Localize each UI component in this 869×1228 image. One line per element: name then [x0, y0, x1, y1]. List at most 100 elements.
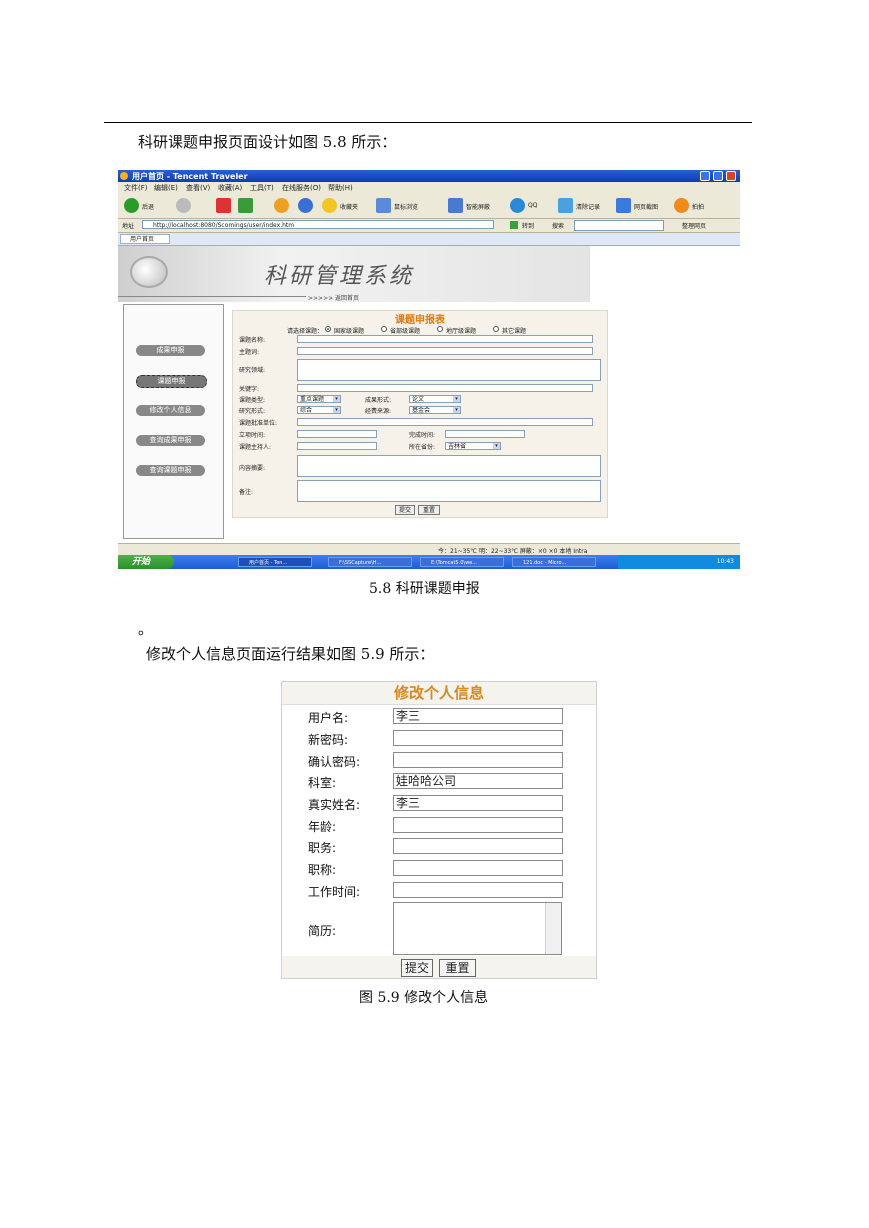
radio-provincial-label: 省部级课题 — [390, 328, 421, 335]
confirm-password-input[interactable] — [393, 752, 563, 768]
preview-label: 鼠标浏览 — [394, 204, 419, 211]
home-icon[interactable] — [274, 198, 289, 213]
reset-button[interactable]: 重置 — [418, 505, 440, 515]
tab-user-home[interactable]: 用户首页 — [120, 234, 170, 244]
real-name-input[interactable]: 李三 — [393, 795, 563, 811]
refresh-icon[interactable] — [238, 198, 253, 213]
switch-label[interactable]: 整理网页 — [682, 221, 706, 230]
username-input[interactable]: 李三 — [393, 708, 563, 724]
remarks-textarea[interactable] — [297, 480, 601, 502]
favorites-icon[interactable] — [322, 198, 337, 213]
preview-icon[interactable] — [376, 198, 391, 213]
menu-help[interactable]: 帮助(H) — [328, 183, 353, 193]
nav-project-report[interactable]: 课题申报 — [136, 375, 207, 388]
smart-screen-label: 智能屏蔽 — [466, 204, 491, 211]
research-form-select[interactable]: 综合 ▾ — [297, 406, 341, 414]
nav-result-report[interactable]: 成果申报 — [136, 345, 205, 356]
nav-query-results[interactable]: 查询成果申报 — [136, 435, 205, 446]
nav-query-projects[interactable]: 查询课题申报 — [136, 465, 205, 476]
intro-paragraph-2: 修改个人信息页面运行结果如图 5.9 所示： — [146, 645, 435, 663]
age-input[interactable] — [393, 817, 563, 833]
left-navigation: 成果申报 课题申报 修改个人信息 查询成果申报 查询课题申报 — [123, 304, 224, 539]
department-select[interactable]: 吉林省 ▾ — [445, 442, 501, 450]
summary-textarea[interactable] — [297, 455, 601, 477]
radio-national-label: 国家级课题 — [334, 328, 365, 335]
photo-label: 拍拍 — [692, 204, 705, 211]
menu-file[interactable]: 文件(F) — [124, 183, 148, 193]
leader-input[interactable] — [297, 442, 377, 450]
confirm-password-label: 确认密码: — [308, 755, 361, 769]
approval-unit-input[interactable] — [297, 418, 593, 426]
figure-research-project-screenshot: 用户首页 - Tencent Traveler 文件(F) 编辑(E) 查看(V… — [118, 170, 740, 569]
maximize-button[interactable] — [713, 171, 723, 181]
go-icon[interactable] — [510, 221, 518, 229]
menu-favorites[interactable]: 收藏(A) — [218, 183, 242, 193]
chevron-down-icon: ▾ — [453, 407, 460, 413]
funding-select[interactable]: 基金会 ▾ — [409, 406, 461, 414]
radio-other[interactable] — [493, 326, 499, 332]
start-time-input[interactable] — [297, 430, 377, 438]
radio-provincial[interactable] — [381, 326, 387, 332]
back-home-link[interactable]: >>>>> 返回首页 — [308, 293, 359, 302]
resume-label: 简历: — [308, 924, 337, 938]
menu-online[interactable]: 在线服务(O) — [282, 183, 321, 193]
title-input[interactable] — [393, 860, 563, 876]
result-form-select[interactable]: 论文 ▾ — [409, 395, 461, 403]
capture-icon[interactable] — [616, 198, 631, 213]
chevron-down-icon: ▾ — [493, 443, 500, 449]
nav-edit-profile[interactable]: 修改个人信息 — [136, 405, 205, 416]
subject-input[interactable] — [297, 347, 593, 355]
task-sscapture[interactable]: F:\SSCapture\H... — [328, 557, 412, 567]
resume-textarea[interactable] — [393, 902, 562, 955]
stop-icon[interactable] — [216, 198, 231, 213]
radio-municipal[interactable] — [437, 326, 443, 332]
department-input[interactable]: 娃哈哈公司 — [393, 773, 563, 789]
menu-view[interactable]: 查看(V) — [186, 183, 210, 193]
research-form-label: 研究形式: — [239, 408, 266, 415]
position-input[interactable] — [393, 838, 563, 854]
minimize-button[interactable] — [700, 171, 710, 181]
photo-icon[interactable] — [674, 198, 689, 213]
project-name-input[interactable] — [297, 335, 593, 343]
start-button[interactable]: 开始 — [118, 555, 174, 569]
keywords-input[interactable] — [297, 384, 593, 392]
field-textarea[interactable] — [297, 359, 601, 381]
age-label: 年龄: — [308, 820, 337, 834]
menu-tools[interactable]: 工具(T) — [250, 183, 274, 193]
search-input[interactable] — [574, 220, 664, 231]
submit-button[interactable]: 提交 — [401, 959, 433, 977]
close-button[interactable] — [726, 171, 736, 181]
address-input[interactable]: http://localhost:8080/Scomings/user/inde… — [142, 220, 494, 229]
result-form-select-value: 论文 — [412, 396, 425, 403]
department-label: 科室: — [308, 776, 337, 790]
finish-time-label: 完成时间: — [409, 432, 436, 439]
start-time-label: 立项时间: — [239, 432, 266, 439]
history-icon[interactable] — [298, 198, 313, 213]
new-password-label: 新密码: — [308, 733, 349, 747]
forward-icon[interactable] — [176, 198, 191, 213]
radio-national[interactable] — [325, 326, 331, 332]
task-tomcat[interactable]: E:\Tomcat5.0\we... — [420, 557, 504, 567]
back-icon[interactable] — [124, 198, 139, 213]
finish-time-input[interactable] — [445, 430, 525, 438]
submit-button[interactable]: 提交 — [395, 505, 415, 515]
status-text: 今：21~35℃ 明：22~33℃ 屏蔽：×0 ×0 本地 Intra — [438, 548, 588, 555]
smart-screen-icon[interactable] — [448, 198, 463, 213]
work-time-input[interactable] — [393, 882, 563, 898]
resume-scrollbar[interactable] — [545, 903, 561, 954]
task-word[interactable]: 121.doc - Micro... — [512, 557, 596, 567]
chevron-down-icon: ▾ — [453, 396, 460, 402]
project-name-label: 课题名称: — [239, 337, 266, 344]
subject-label: 主题词: — [239, 349, 260, 356]
task-browser[interactable]: 用户首页 - Ten... — [238, 557, 312, 567]
menu-edit[interactable]: 编辑(E) — [154, 183, 178, 193]
go-label[interactable]: 转到 — [522, 221, 534, 230]
reset-button[interactable]: 重置 — [439, 959, 476, 977]
new-password-input[interactable] — [393, 730, 563, 746]
qq-icon[interactable] — [510, 198, 525, 213]
type-select[interactable]: 重点课题 ▾ — [297, 395, 341, 403]
department-select-value: 吉林省 — [448, 443, 467, 450]
clear-history-icon[interactable] — [558, 198, 573, 213]
field-label: 研究领域: — [239, 367, 266, 374]
page-content: 科研管理系统 >>>>> 返回首页 成果申报 课题申报 修改个人信息 查询成果申… — [118, 246, 740, 543]
